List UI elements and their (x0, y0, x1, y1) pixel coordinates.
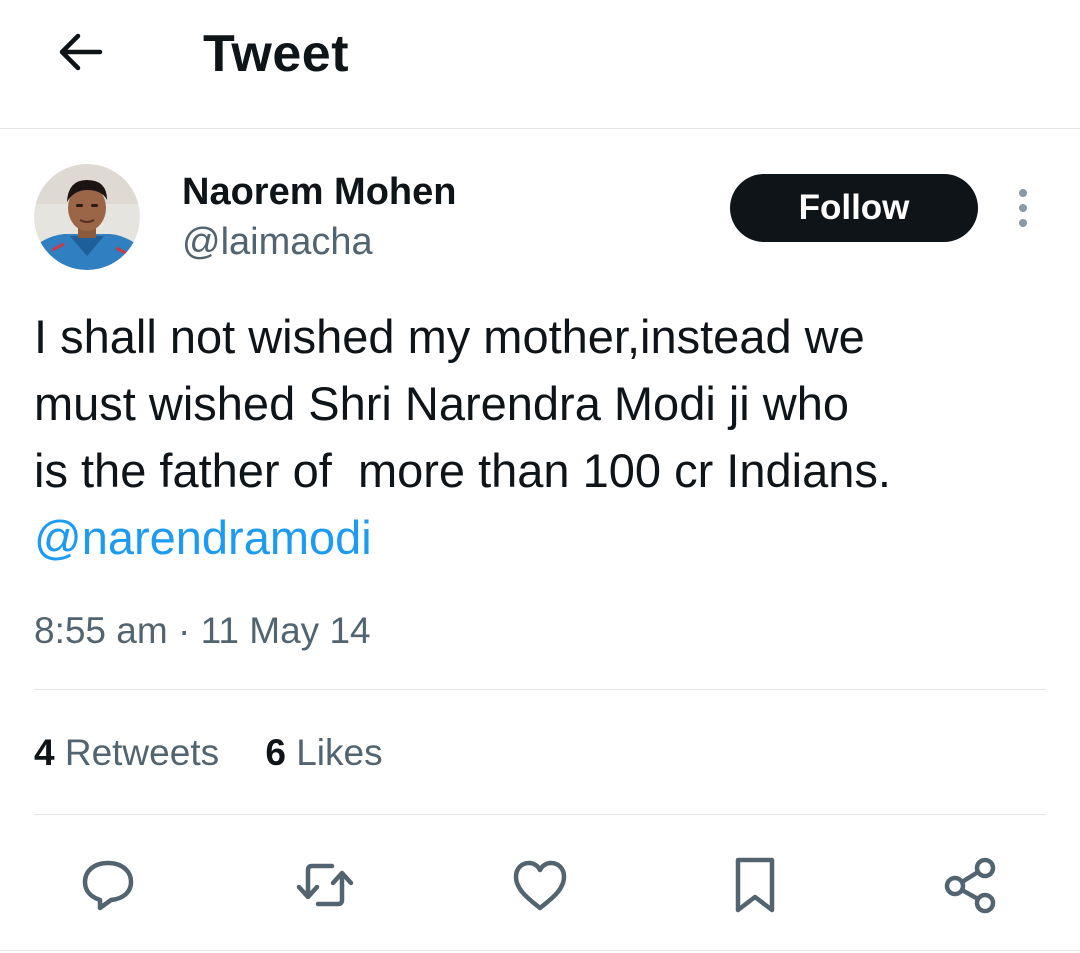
author-avatar[interactable] (34, 164, 140, 270)
mention-link[interactable]: @narendramodi (34, 504, 1044, 571)
retweets-stat[interactable]: 4 Retweets (34, 730, 219, 776)
vertical-ellipsis-icon (1019, 189, 1027, 227)
arrow-left-icon (59, 33, 103, 71)
tweet-text: I shall not wished my mother,instead we … (34, 303, 1044, 571)
page-title: Tweet (203, 25, 350, 83)
retweet-arrows-icon (296, 863, 354, 907)
tweet-timestamp[interactable]: 8:55 am · 11 May 14 (34, 608, 371, 654)
retweets-label: Retweets (64, 732, 220, 773)
profile-photo (34, 164, 140, 270)
retweet-button[interactable] (290, 850, 360, 920)
likes-label: Likes (296, 732, 383, 773)
bookmark-button[interactable] (720, 850, 790, 920)
author-name[interactable]: Naorem Mohen (182, 170, 456, 214)
back-button[interactable] (50, 22, 110, 82)
tweet-text-line: must wished Shri Narendra Modi ji who (34, 377, 849, 430)
more-options-button[interactable] (1006, 186, 1040, 230)
tweet-actions-bar (0, 850, 1080, 920)
reply-button[interactable] (73, 850, 143, 920)
like-button[interactable] (505, 850, 575, 920)
share-nodes-icon (944, 857, 996, 914)
share-button[interactable] (935, 850, 1005, 920)
heart-icon (513, 860, 567, 911)
tweet-text-line: is the father of more than 100 cr Indian… (34, 444, 891, 497)
divider (34, 814, 1046, 815)
author-handle[interactable]: @laimacha (182, 220, 373, 264)
top-bar: Tweet (0, 0, 1080, 129)
bottom-divider (0, 950, 1080, 951)
likes-stat[interactable]: 6 Likes (265, 730, 382, 776)
engagement-stats: 4 Retweets 6 Likes (34, 730, 383, 776)
bookmark-icon (735, 857, 775, 913)
follow-button[interactable]: Follow (730, 174, 978, 242)
likes-count: 6 (265, 732, 286, 773)
tweet-text-line: I shall not wished my mother,instead we (34, 310, 865, 363)
speech-bubble-icon (82, 860, 134, 911)
divider (34, 689, 1046, 690)
retweets-count: 4 (34, 732, 55, 773)
